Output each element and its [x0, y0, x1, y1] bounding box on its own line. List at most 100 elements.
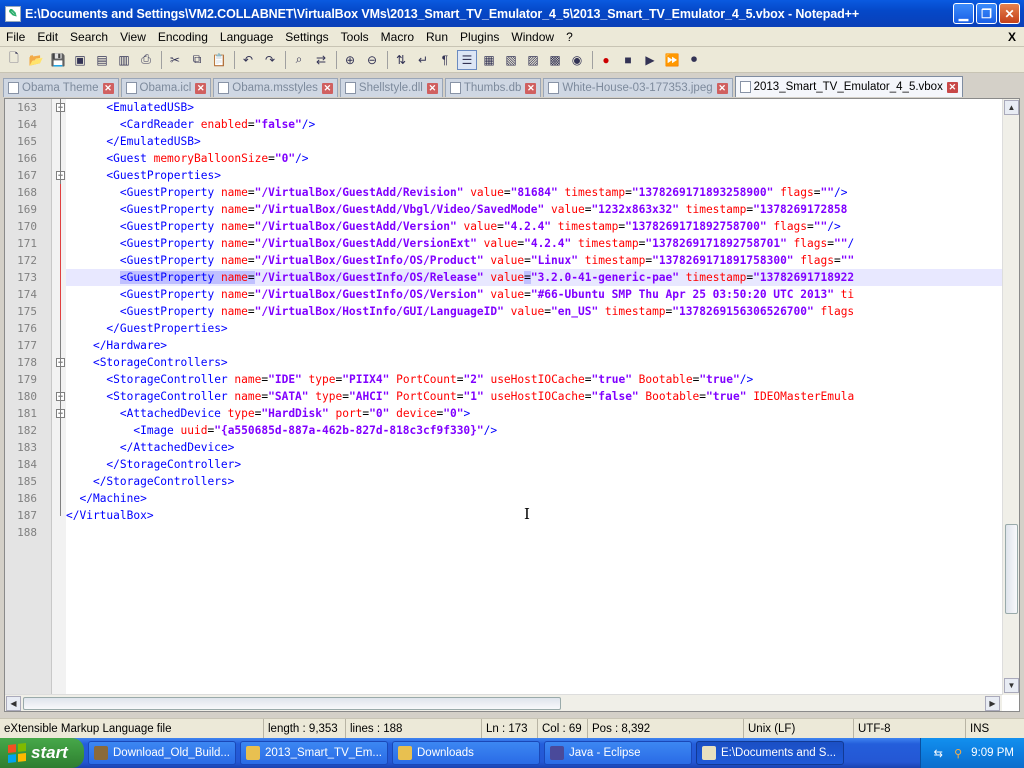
code-line[interactable]: <Guest memoryBalloonSize="0"/> [66, 150, 1003, 167]
menu-item-encoding[interactable]: Encoding [152, 30, 214, 44]
horizontal-scrollbar[interactable]: ◀ ▶ [5, 694, 1002, 711]
menu-item-help[interactable]: ? [560, 30, 579, 44]
clock[interactable]: 9:09 PM [971, 747, 1014, 759]
menu-item-view[interactable]: View [114, 30, 152, 44]
code-line[interactable]: </Machine> [66, 490, 1003, 507]
doc-map-icon[interactable]: ▧ [501, 50, 521, 70]
menu-item-search[interactable]: Search [64, 30, 114, 44]
document-tab[interactable]: White-House-03-177353.jpeg ✕ [543, 78, 733, 97]
horizontal-scroll-thumb[interactable] [23, 697, 561, 710]
menu-item-language[interactable]: Language [214, 30, 279, 44]
save-macro-icon[interactable]: ⏺ [684, 50, 704, 70]
open-file-icon[interactable]: 📂 [26, 50, 46, 70]
scroll-up-icon[interactable]: ▲ [1004, 100, 1019, 115]
paste-icon[interactable]: 📋 [209, 50, 229, 70]
new-file-icon[interactable]: 🗋 [4, 50, 24, 70]
undo-icon[interactable]: ↶ [238, 50, 258, 70]
document-tab[interactable]: Obama Theme ✕ [3, 78, 119, 97]
editor-pane[interactable]: 163 164 165 166 167 168 169 170 171 172 173 174 175 1… [4, 98, 1020, 712]
record-macro-icon[interactable]: ● [596, 50, 616, 70]
zoom-out-icon[interactable]: ⊖ [362, 50, 382, 70]
run-macro-multiple-icon[interactable]: ⏩ [662, 50, 682, 70]
indent-guide-icon[interactable]: ☰ [457, 49, 477, 70]
code-line[interactable]: <StorageController name="SATA" type="AHC… [66, 388, 1003, 405]
menu-item-tools[interactable]: Tools [335, 30, 375, 44]
folder-workspace-icon[interactable]: ▩ [545, 50, 565, 70]
replace-icon[interactable]: ⇄ [311, 50, 331, 70]
search-icon[interactable]: ⚲ [951, 746, 965, 760]
taskbar-button[interactable]: Downloads [392, 741, 540, 765]
sync-vertical-icon[interactable]: ⇅ [391, 50, 411, 70]
close-tab-icon[interactable]: ✕ [321, 82, 333, 94]
close-document-button[interactable]: X [1000, 30, 1024, 44]
scroll-right-icon[interactable]: ▶ [985, 696, 1000, 711]
scroll-down-icon[interactable]: ▼ [1004, 678, 1019, 693]
menu-item-run[interactable]: Run [420, 30, 454, 44]
code-line[interactable]: <StorageControllers> [66, 354, 1003, 371]
close-all-icon[interactable]: ▥ [114, 50, 134, 70]
code-line[interactable]: </StorageController> [66, 456, 1003, 473]
menu-item-plugins[interactable]: Plugins [454, 30, 505, 44]
code-line[interactable]: </AttachedDevice> [66, 439, 1003, 456]
user-language-icon[interactable]: ▦ [479, 50, 499, 70]
code-line[interactable]: <GuestProperty name="/VirtualBox/GuestAd… [66, 201, 1003, 218]
code-line[interactable]: <GuestProperty name="/VirtualBox/GuestAd… [66, 184, 1003, 201]
vertical-scrollbar[interactable]: ▲ ▼ [1002, 99, 1019, 695]
word-wrap-icon[interactable]: ↵ [413, 50, 433, 70]
close-tab-icon[interactable]: ✕ [102, 82, 114, 94]
menu-item-macro[interactable]: Macro [375, 30, 420, 44]
code-line[interactable]: <Image uuid="{a550685d-887a-462b-827d-81… [66, 422, 1003, 439]
stop-macro-icon[interactable]: ■ [618, 50, 638, 70]
minimize-button[interactable]: ▁ [953, 3, 974, 24]
title-bar[interactable]: ✎ E:\Documents and Settings\VM2.COLLABNE… [0, 0, 1024, 27]
menu-item-edit[interactable]: Edit [31, 30, 64, 44]
function-list-icon[interactable]: ▨ [523, 50, 543, 70]
code-line[interactable]: </StorageControllers> [66, 473, 1003, 490]
print-icon[interactable]: ⎙ [136, 50, 156, 70]
code-line[interactable]: <GuestProperty name="/VirtualBox/GuestAd… [66, 218, 1003, 235]
close-file-icon[interactable]: ▤ [92, 50, 112, 70]
code-line[interactable]: </EmulatedUSB> [66, 133, 1003, 150]
play-macro-icon[interactable]: ▶ [640, 50, 660, 70]
taskbar-button[interactable]: 2013_Smart_TV_Em... [240, 741, 388, 765]
redo-icon[interactable]: ↷ [260, 50, 280, 70]
close-tab-icon[interactable]: ✕ [946, 81, 958, 93]
code-line[interactable]: <GuestProperty name="/VirtualBox/GuestIn… [66, 269, 1003, 286]
scroll-left-icon[interactable]: ◀ [6, 696, 21, 711]
copy-icon[interactable]: ⧉ [187, 50, 207, 70]
taskbar-button[interactable]: E:\Documents and S... [696, 741, 844, 765]
show-all-chars-icon[interactable]: ¶ [435, 50, 455, 70]
code-area[interactable]: <EmulatedUSB> <CardReader enabled="false… [66, 99, 1003, 695]
code-line[interactable]: <GuestProperties> [66, 167, 1003, 184]
save-icon[interactable]: 💾 [48, 50, 68, 70]
code-line[interactable]: <GuestProperty name="/VirtualBox/GuestAd… [66, 235, 1003, 252]
code-line[interactable]: <GuestProperty name="/VirtualBox/GuestIn… [66, 252, 1003, 269]
close-tab-icon[interactable]: ✕ [525, 82, 537, 94]
close-tab-icon[interactable]: ✕ [426, 82, 438, 94]
zoom-in-icon[interactable]: ⊕ [340, 50, 360, 70]
close-tab-icon[interactable]: ✕ [716, 82, 728, 94]
code-line[interactable] [66, 524, 1003, 541]
taskbar-button[interactable]: Java - Eclipse [544, 741, 692, 765]
document-tab[interactable]: Obama.icl ✕ [120, 78, 212, 97]
document-tab[interactable]: Thumbs.db ✕ [444, 78, 542, 97]
code-line[interactable]: </Hardware> [66, 337, 1003, 354]
find-icon[interactable]: ⌕ [289, 50, 309, 70]
start-button[interactable]: start [0, 738, 84, 768]
code-line[interactable]: <EmulatedUSB> [66, 99, 1003, 116]
taskbar-button[interactable]: Download_Old_Build... [88, 741, 236, 765]
document-tab[interactable]: Shellstyle.dll ✕ [339, 78, 443, 97]
code-line[interactable]: <StorageController name = "IDE" type = "PIIX… [66, 371, 1003, 388]
code-line[interactable]: </VirtualBox> [66, 507, 1003, 524]
maximize-button[interactable]: ❐ [976, 3, 997, 24]
network-icon[interactable]: ⇆ [931, 746, 945, 760]
fold-margin[interactable]: −−−−− [52, 99, 66, 695]
code-line[interactable]: <GuestProperty name="/VirtualBox/HostInf… [66, 303, 1003, 320]
code-line[interactable]: <AttachedDevice type="HardDisk" port="0"… [66, 405, 1003, 422]
menu-item-file[interactable]: File [0, 30, 31, 44]
document-tab[interactable]: 2013_Smart_TV_Emulator_4_5.vbox ✕ [734, 76, 963, 97]
close-button[interactable]: ✕ [999, 3, 1020, 24]
code-line[interactable]: <CardReader enabled="false"/> [66, 116, 1003, 133]
close-tab-icon[interactable]: ✕ [195, 82, 207, 94]
menu-item-settings[interactable]: Settings [279, 30, 334, 44]
